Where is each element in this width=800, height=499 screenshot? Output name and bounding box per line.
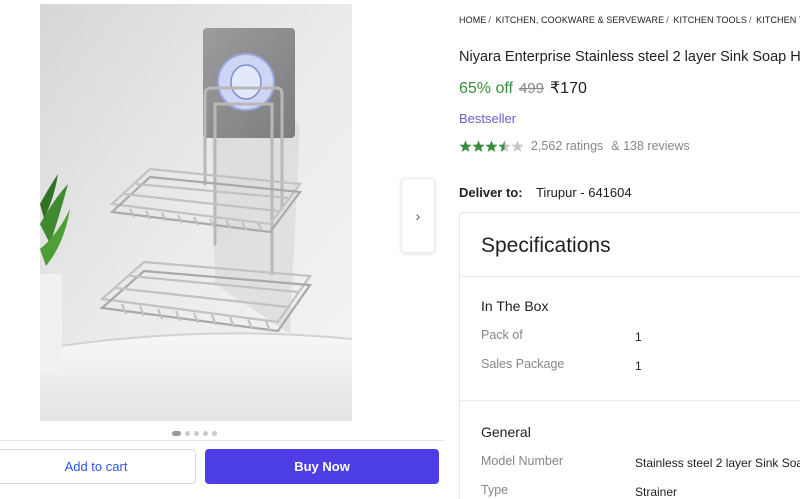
delivery-location[interactable]: Tirupur - 641604 <box>536 185 632 200</box>
product-image[interactable] <box>40 4 352 421</box>
discount-percent: 65% off <box>459 80 513 97</box>
delivery-row[interactable]: Deliver to: Tirupur - 641604 <box>459 185 632 200</box>
product-title: Niyara Enterprise Stainless steel 2 laye… <box>459 49 800 65</box>
spec-key: Sales Package <box>481 357 565 371</box>
star-rating <box>459 140 523 153</box>
specifications-card: Specifications In The Box Pack of 1 Sale… <box>459 212 800 499</box>
chevron-right-icon: › <box>415 207 421 224</box>
stars-icon <box>459 140 523 152</box>
mrp-price: 499 <box>518 80 544 97</box>
rating-row[interactable]: 2,562 ratings & 138 reviews <box>459 139 690 153</box>
product-gallery: › Add to cart Buy Now <box>0 0 445 499</box>
reviews-count: & 138 reviews <box>611 139 690 153</box>
gallery-dot[interactable] <box>194 431 199 436</box>
breadcrumb: HOME / KITCHEN, COOKWARE & SERVEWARE / KIT… <box>459 15 800 25</box>
breadcrumb-item-kitchen-tools[interactable]: KITCHEN TOOLS <box>673 15 747 25</box>
deliver-to-label: Deliver to: <box>459 185 523 200</box>
price-row: 65% off 499 ₹170 <box>459 78 587 98</box>
gallery-dot[interactable] <box>172 431 181 436</box>
add-to-cart-button[interactable]: Add to cart <box>0 449 196 484</box>
spec-value: 1 <box>635 330 642 344</box>
divider <box>460 276 800 277</box>
breadcrumb-item-kitchen-tool-s[interactable]: KITCHEN TOOL S <box>756 15 800 25</box>
spec-key: Pack of <box>481 328 523 342</box>
spec-key: Model Number <box>481 454 563 468</box>
ratings-count: 2,562 ratings <box>531 139 604 153</box>
next-image-button[interactable]: › <box>401 178 435 253</box>
buy-now-button[interactable]: Buy Now <box>205 449 439 484</box>
spec-value: 1 <box>635 359 642 373</box>
section-title-general: General <box>481 424 531 440</box>
gallery-dots <box>172 431 217 436</box>
divider <box>460 400 800 401</box>
spec-value: Strainer <box>635 485 678 499</box>
breadcrumb-item-kitchen-cookware[interactable]: KITCHEN, COOKWARE & SERVEWARE <box>496 15 665 25</box>
gallery-dot[interactable] <box>212 431 217 436</box>
spec-key: Type <box>481 483 509 497</box>
section-title-in-the-box: In The Box <box>481 298 549 314</box>
specifications-title: Specifications <box>481 234 611 257</box>
bestseller-badge: Bestseller <box>459 111 517 126</box>
spec-value: Stainless steel 2 layer Sink Soap <box>635 456 800 470</box>
breadcrumb-item-home[interactable]: HOME <box>459 15 486 25</box>
divider <box>0 440 445 441</box>
gallery-dot[interactable] <box>203 431 208 436</box>
selling-price: ₹170 <box>550 80 587 97</box>
gallery-dot[interactable] <box>185 431 190 436</box>
